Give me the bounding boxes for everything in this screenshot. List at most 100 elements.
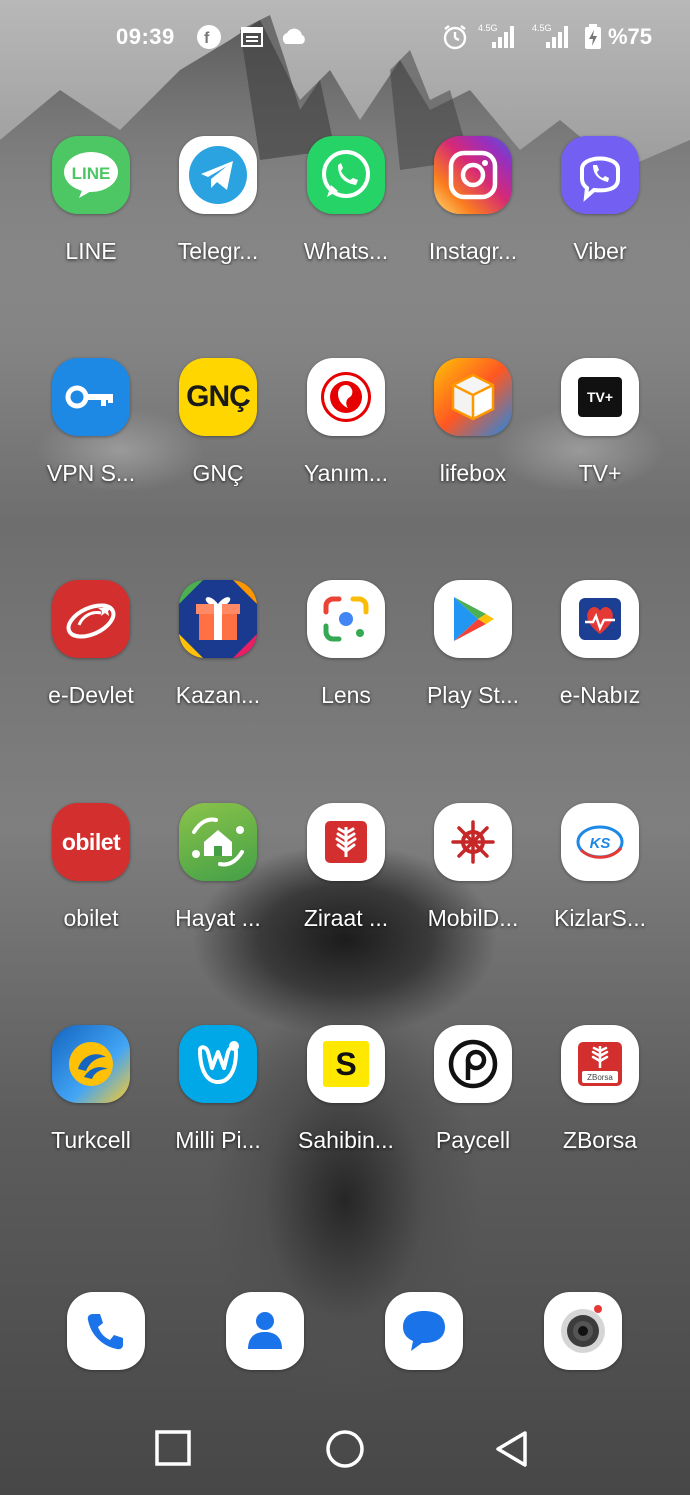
hayat-eve-sigar-icon bbox=[179, 803, 257, 881]
app-label: Paycell bbox=[435, 1127, 511, 1153]
app-ziraat[interactable]: Ziraat ... bbox=[282, 803, 410, 963]
vpn-key-icon bbox=[52, 358, 130, 436]
home-button[interactable] bbox=[324, 1428, 366, 1475]
app-label: VPN S... bbox=[46, 460, 136, 486]
app-lens[interactable]: Lens bbox=[282, 580, 410, 740]
circle-icon bbox=[326, 1430, 364, 1468]
app-label: LINE bbox=[65, 238, 117, 264]
app-enabiz[interactable]: e-Nabız bbox=[536, 580, 664, 740]
app-turkcell[interactable]: Turkcell bbox=[27, 1025, 155, 1185]
battery-percentage: %75 bbox=[608, 24, 653, 49]
sahibinden-icon: S bbox=[307, 1025, 385, 1103]
dock-camera[interactable] bbox=[544, 1292, 622, 1370]
camera-icon bbox=[561, 1305, 605, 1353]
triangle-back-icon bbox=[496, 1431, 527, 1467]
app-edevlet[interactable]: e-Devlet bbox=[27, 580, 155, 740]
app-label: Whats... bbox=[303, 238, 389, 264]
dock-messages[interactable] bbox=[385, 1292, 463, 1370]
app-instagram[interactable]: Instagr... bbox=[409, 136, 537, 296]
app-milli-piyango[interactable]: Milli Pi... bbox=[154, 1025, 282, 1185]
square-icon bbox=[155, 1430, 191, 1466]
app-play-store[interactable]: Play St... bbox=[409, 580, 537, 740]
obilet-icon: obilet bbox=[52, 803, 130, 881]
svg-text:ZBorsa: ZBorsa bbox=[587, 1073, 613, 1082]
dock-contacts[interactable] bbox=[226, 1292, 304, 1370]
dock-phone[interactable] bbox=[67, 1292, 145, 1370]
contacts-icon bbox=[248, 1312, 282, 1349]
messages-icon bbox=[403, 1311, 445, 1351]
app-zborsa[interactable]: ZBorsa ZBorsa bbox=[536, 1025, 664, 1185]
edevlet-icon bbox=[52, 580, 130, 658]
app-hayat[interactable]: Hayat ... bbox=[154, 803, 282, 963]
ks-logo-icon: KS bbox=[561, 803, 639, 881]
app-kazan[interactable]: Kazan... bbox=[154, 580, 282, 740]
app-label: Telegr... bbox=[177, 238, 259, 264]
app-label: Instagr... bbox=[428, 238, 518, 264]
app-mobild[interactable]: MobilD... bbox=[409, 803, 537, 963]
app-vpn[interactable]: VPN S... bbox=[27, 358, 155, 518]
network-2-label: 4.5G bbox=[532, 23, 552, 33]
app-label: ZBorsa bbox=[562, 1127, 638, 1153]
app-label: e-Devlet bbox=[48, 682, 134, 708]
svg-text:LINE: LINE bbox=[72, 164, 111, 183]
app-telegram[interactable]: Telegr... bbox=[154, 136, 282, 296]
instagram-icon bbox=[434, 136, 512, 214]
app-label: Ziraat ... bbox=[303, 905, 389, 931]
app-label: e-Nabız bbox=[559, 682, 641, 708]
whatsapp-icon bbox=[307, 136, 385, 214]
turkcell-icon bbox=[52, 1025, 130, 1103]
back-button[interactable] bbox=[494, 1428, 530, 1475]
network-1-label: 4.5G bbox=[478, 23, 498, 33]
app-obilet[interactable]: obilet obilet bbox=[27, 803, 155, 963]
svg-text:f: f bbox=[204, 30, 210, 47]
vodafone-icon bbox=[307, 358, 385, 436]
app-yanimda[interactable]: Yanım... bbox=[282, 358, 410, 518]
google-lens-icon bbox=[307, 580, 385, 658]
lifebox-cube-icon bbox=[434, 358, 512, 436]
app-sahibinden[interactable]: S Sahibin... bbox=[282, 1025, 410, 1185]
line-icon: LINE bbox=[52, 136, 130, 214]
app-label: Milli Pi... bbox=[175, 1127, 261, 1153]
app-tvplus[interactable]: TV+ TV+ bbox=[536, 358, 664, 518]
signal-1-icon: 4.5G bbox=[478, 22, 516, 55]
ziraat-icon bbox=[307, 803, 385, 881]
app-label: GNÇ bbox=[192, 460, 244, 486]
status-time: 09:39 bbox=[116, 24, 175, 49]
enabiz-icon bbox=[561, 580, 639, 658]
app-label: Kazan... bbox=[175, 682, 261, 708]
notification-f-icon: f bbox=[196, 24, 222, 55]
signal-2-icon: 4.5G bbox=[532, 22, 570, 55]
tvplus-icon: TV+ bbox=[561, 358, 639, 436]
cloud-icon bbox=[280, 27, 308, 50]
app-gnc[interactable]: GNÇ GNÇ bbox=[154, 358, 282, 518]
recents-button[interactable] bbox=[154, 1428, 192, 1473]
sahibinden-logo-text: S bbox=[335, 1045, 357, 1082]
svg-text:KS: KS bbox=[590, 835, 611, 852]
zborsa-icon: ZBorsa bbox=[561, 1025, 639, 1103]
app-viber[interactable]: Viber bbox=[536, 136, 664, 296]
app-label: KizlarS... bbox=[553, 905, 647, 931]
milli-piyango-icon bbox=[179, 1025, 257, 1103]
gnc-icon: GNÇ bbox=[179, 358, 257, 436]
app-paycell[interactable]: Paycell bbox=[409, 1025, 537, 1185]
app-label: obilet bbox=[63, 905, 119, 931]
phone-icon bbox=[87, 1314, 123, 1350]
app-label: Sahibin... bbox=[298, 1127, 394, 1153]
paycell-icon bbox=[434, 1025, 512, 1103]
telegram-icon bbox=[179, 136, 257, 214]
app-label: lifebox bbox=[439, 460, 507, 486]
app-label: Yanım... bbox=[304, 460, 388, 486]
alarm-icon bbox=[442, 24, 468, 55]
app-whatsapp[interactable]: Whats... bbox=[282, 136, 410, 296]
app-label: TV+ bbox=[578, 460, 622, 486]
tvplus-logo-text: TV+ bbox=[586, 389, 614, 405]
app-kizlars[interactable]: KS KizlarS... bbox=[536, 803, 664, 963]
app-label: Viber bbox=[573, 238, 627, 264]
app-label: Play St... bbox=[426, 682, 520, 708]
gnc-logo-text: GNÇ bbox=[186, 380, 251, 413]
app-label: Hayat ... bbox=[175, 905, 261, 931]
app-lifebox[interactable]: lifebox bbox=[409, 358, 537, 518]
google-play-icon bbox=[434, 580, 512, 658]
app-line[interactable]: LINE LINE bbox=[27, 136, 155, 296]
calendar-icon bbox=[240, 24, 264, 53]
